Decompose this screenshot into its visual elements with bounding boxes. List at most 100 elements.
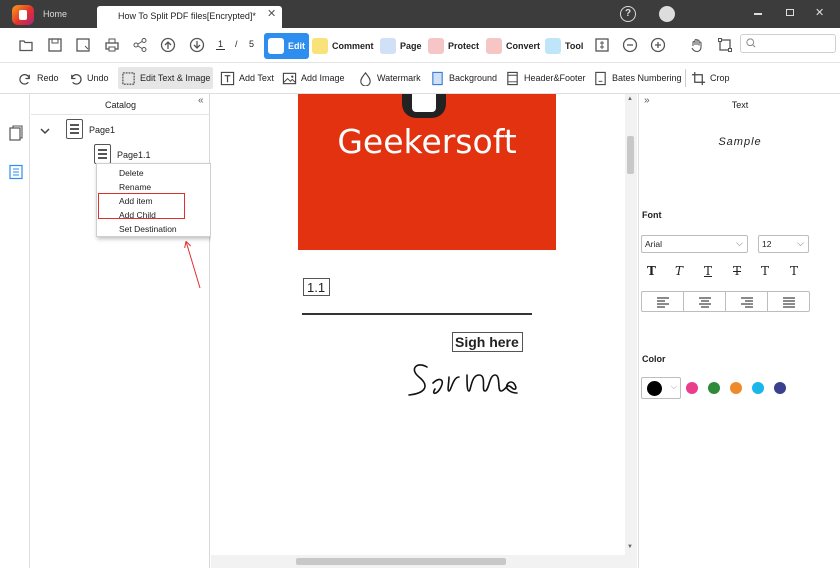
zoom-in-icon[interactable] [650,37,666,53]
tab-page[interactable]: Page [380,33,422,59]
bold-icon[interactable]: T [647,264,656,278]
menu-item-rename[interactable]: Rename [119,182,151,192]
tab-tool[interactable]: Tool [545,33,583,59]
menu-item-delete[interactable]: Delete [119,168,144,178]
next-page-icon[interactable] [189,37,205,53]
save-as-icon[interactable] [75,37,91,53]
watermark-button[interactable]: Watermark [358,67,421,89]
restore-icon[interactable] [786,9,794,16]
crop-icon [691,71,706,85]
section-number-textbox[interactable]: 1.1 [303,278,330,296]
select-tool-icon[interactable] [717,37,733,53]
title-bar: Home How To Split PDF files[Encrypted]* … [0,0,840,28]
user-avatar-icon[interactable] [659,6,675,22]
horizontal-scrollbar[interactable] [211,555,637,568]
tab-comment-label: Comment [332,41,374,51]
minimize-icon[interactable] [754,13,762,15]
horizontal-scroll-thumb[interactable] [296,558,506,565]
close-tab-icon[interactable]: ✕ [267,7,276,20]
app-logo [12,5,34,25]
color-swatch-pink[interactable] [686,382,698,394]
subscript-icon[interactable]: T [790,264,798,278]
crop-button[interactable]: Crop [691,67,730,89]
hand-tool-icon[interactable] [689,37,705,53]
help-icon[interactable]: ? [620,6,636,22]
bookmark-list-icon[interactable] [8,163,24,181]
share-icon[interactable] [132,37,148,53]
vertical-scrollbar[interactable]: ▲ ▼ [625,94,637,556]
menu-item-set-destination[interactable]: Set Destination [119,224,177,234]
tab-edit-label: Edit [288,41,305,51]
align-justify-icon[interactable] [768,292,809,311]
edit-text-image-button[interactable]: Edit Text & Image [118,67,214,89]
align-left-icon[interactable] [642,292,684,311]
search-input[interactable] [740,34,836,53]
color-swatch-cyan[interactable] [752,382,764,394]
color-swatch-navy[interactable] [774,382,786,394]
color-swatch-black [647,381,662,396]
tab-protect-label: Protect [448,41,480,51]
font-size-select[interactable]: 12 ⌵ [758,235,809,253]
bookmark-node-icon [66,119,83,139]
catalog-title: Catalog [104,100,137,110]
italic-icon[interactable]: T [675,264,683,278]
bates-numbering-button[interactable]: Bates Numbering [593,67,682,89]
undo-label: Undo [87,73,109,83]
print-icon[interactable] [104,37,120,53]
background-icon [432,71,443,85]
chevron-down-icon: ⌵ [797,238,804,248]
font-label: Font [642,210,662,220]
color-label: Color [642,354,666,364]
comment-icon [312,38,328,54]
catalog-item-page1-1[interactable]: Page1.1 [117,150,151,160]
font-family-select[interactable]: Arial ⌵ [641,235,748,253]
sign-here-textbox[interactable]: Sigh here [452,332,523,352]
bates-numbering-icon [595,71,606,85]
superscript-icon[interactable]: T [761,264,769,278]
collapse-panel-icon[interactable]: « [198,95,204,106]
document-tab[interactable]: How To Split PDF files[Encrypted]* [97,6,282,28]
bates-numbering-label: Bates Numbering [612,73,682,83]
tab-edit[interactable]: Edit [264,33,309,59]
add-text-button[interactable]: Add Text [220,67,274,89]
add-text-label: Add Text [239,73,274,83]
left-panel-strip [0,94,30,568]
save-icon[interactable] [47,37,63,53]
tab-convert[interactable]: Convert [486,33,540,59]
font-family-value: Arial [645,239,663,249]
strikethrough-icon[interactable]: T [733,264,741,278]
text-properties-panel: » Text Sample Font Arial ⌵ 12 ⌵ T T T T … [638,94,840,568]
add-image-button[interactable]: Add Image [282,67,345,89]
redo-button[interactable]: Redo [18,67,59,89]
header-footer-button[interactable]: Header&Footer [505,67,586,89]
home-tab[interactable]: Home [43,9,67,19]
catalog-item-page1[interactable]: Page1 [89,125,115,135]
chevron-down-icon[interactable] [39,125,51,137]
underline-icon[interactable]: T [704,264,712,278]
edit-text-image-label: Edit Text & Image [140,73,211,83]
align-right-icon[interactable] [726,292,768,311]
color-swatch-green[interactable] [708,382,720,394]
close-window-icon[interactable]: ✕ [815,6,824,19]
tab-comment[interactable]: Comment [312,33,374,59]
current-color-select[interactable]: ⌵ [641,377,681,399]
edit-icon [268,38,284,54]
vertical-scroll-thumb[interactable] [627,136,634,174]
banner-text[interactable]: Geekersoft [298,122,556,161]
add-image-label: Add Image [301,73,345,83]
thumbnail-icon[interactable] [8,124,24,142]
tab-protect[interactable]: Protect [428,33,479,59]
main-toolbar: 1 / 5 Edit Comment Page Protect Convert … [0,28,840,63]
color-swatch-orange[interactable] [730,382,742,394]
header-footer-icon [507,71,518,85]
prev-page-icon[interactable] [160,37,176,53]
zoom-out-icon[interactable] [622,37,638,53]
current-page-input[interactable]: 1 [216,39,226,50]
handwritten-signature [408,364,518,396]
align-center-icon[interactable] [684,292,726,311]
undo-button[interactable]: Undo [68,67,109,89]
background-button[interactable]: Background [430,67,497,89]
fit-page-icon[interactable] [594,37,610,53]
highlight-box [98,193,185,219]
open-folder-icon[interactable] [18,37,34,53]
